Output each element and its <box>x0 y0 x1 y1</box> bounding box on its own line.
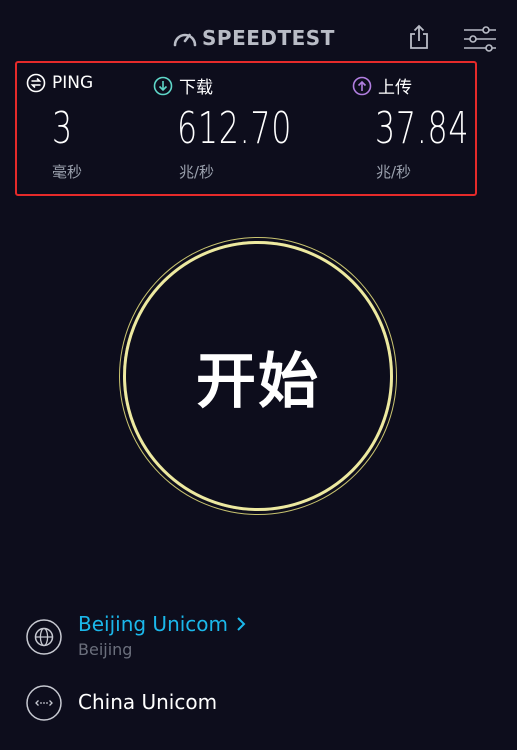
server-row[interactable]: China Unicom <box>26 685 217 721</box>
speedometer-icon <box>173 33 197 47</box>
speedtest-logo: SPEEDTEST <box>172 26 335 50</box>
ping-label: PING <box>52 73 94 93</box>
download-icon <box>153 76 173 95</box>
settings-sliders-icon <box>464 26 496 52</box>
go-button[interactable]: 开始 <box>123 241 393 511</box>
download-unit: 兆/秒 <box>179 163 215 181</box>
settings-button[interactable] <box>462 24 498 54</box>
ping-unit: 毫秒 <box>52 163 83 181</box>
server-dots-icon <box>26 685 62 721</box>
ping-value: 3 <box>52 103 73 154</box>
header: SPEEDTEST <box>0 0 517 60</box>
globe-icon <box>26 619 62 655</box>
share-button[interactable] <box>404 22 436 54</box>
results-panel: PING 3 毫秒 下载 612.70 兆/秒 上传 37.84 兆/秒 <box>15 61 477 196</box>
download-value: 612.70 <box>177 103 293 154</box>
server-name: China Unicom <box>78 690 218 714</box>
share-icon <box>410 24 428 49</box>
provider-row[interactable]: Beijing Unicom Beijing <box>26 612 246 659</box>
upload-value: 37.84 <box>375 103 470 154</box>
upload-label: 上传 <box>378 78 412 98</box>
provider-name-link[interactable]: Beijing Unicom <box>78 612 246 636</box>
download-label: 下载 <box>179 78 213 98</box>
upload-unit: 兆/秒 <box>376 163 412 181</box>
ping-icon <box>26 73 46 93</box>
upload-icon <box>352 76 372 95</box>
go-button-label: 开始 <box>196 346 320 417</box>
go-button-wrap: 开始 <box>123 241 395 513</box>
provider-name: Beijing Unicom <box>78 612 229 636</box>
chevron-right-icon <box>237 617 246 631</box>
provider-location: Beijing <box>78 640 133 659</box>
logo-text: SPEEDTEST <box>202 26 335 50</box>
